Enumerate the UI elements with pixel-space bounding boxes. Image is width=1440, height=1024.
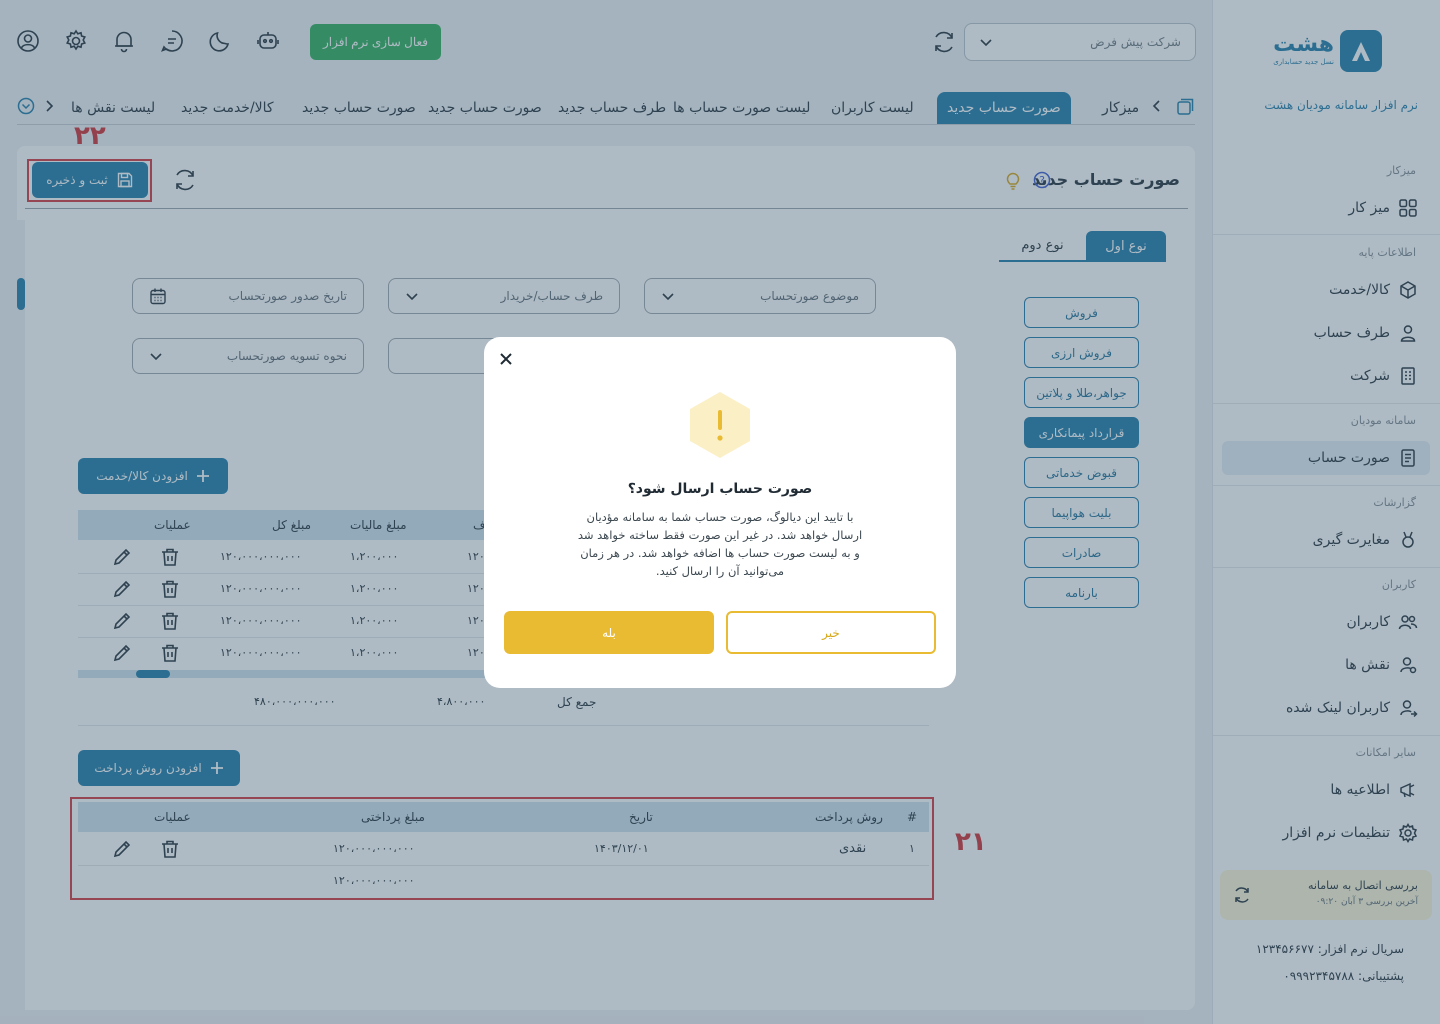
dialog-body-line: ارسال خواهد شد. در غیر این صورت فقط ساخت…: [577, 528, 863, 542]
dialog-body-line: و به لیست صورت حساب ها اضافه خواهد شد. د…: [580, 546, 860, 560]
warning-icon: [690, 392, 750, 458]
confirm-dialog: صورت حساب ارسال شود؟ با تایید این دیالوگ…: [484, 337, 956, 688]
close-icon[interactable]: [498, 351, 514, 367]
yes-button[interactable]: بله: [504, 611, 714, 654]
dialog-title: صورت حساب ارسال شود؟: [627, 481, 813, 497]
no-button[interactable]: خیر: [726, 611, 936, 654]
dialog-body: با تایید این دیالوگ، صورت حساب شما به سا…: [544, 508, 896, 580]
dialog-body-line: می‌توانید آن را ارسال کنید.: [655, 564, 785, 578]
dialog-body-line: با تایید این دیالوگ، صورت حساب شما به سا…: [586, 510, 854, 524]
